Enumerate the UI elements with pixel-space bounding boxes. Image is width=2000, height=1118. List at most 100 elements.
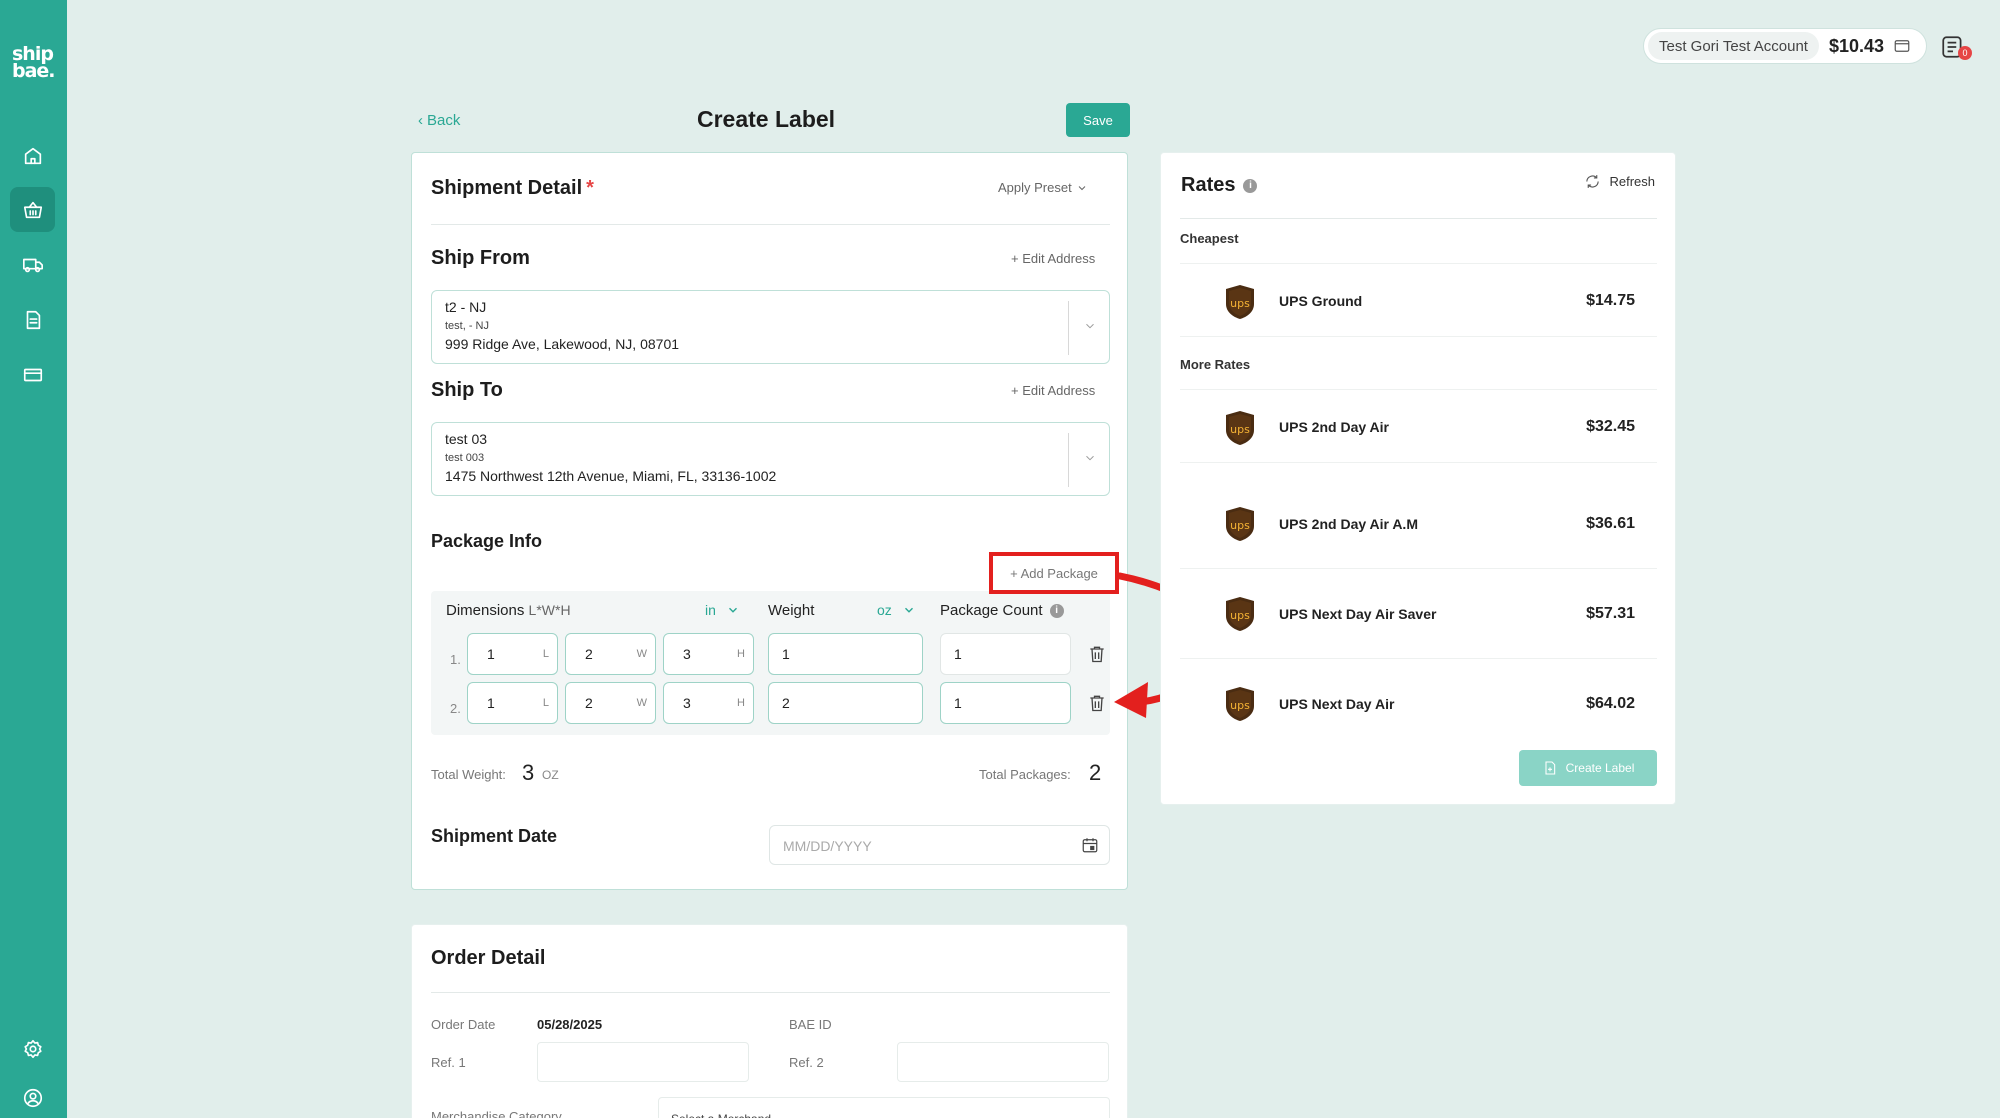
dimensions-hint: L*W*H xyxy=(528,602,571,618)
height-input[interactable]: 3H xyxy=(663,682,754,724)
calendar-icon[interactable] xyxy=(1081,836,1099,854)
ups-logo-icon: ups xyxy=(1226,507,1254,541)
shipment-date-input[interactable]: MM/DD/YYYY xyxy=(769,825,1110,865)
save-button[interactable]: Save xyxy=(1066,103,1130,137)
add-package-button[interactable]: + Add Package xyxy=(989,552,1119,594)
notifications-button[interactable]: 0 xyxy=(1940,34,1972,64)
rate-option-ups-2nd-day-air[interactable]: ups UPS 2nd Day Air $32.45 xyxy=(1180,389,1657,463)
info-icon[interactable]: i xyxy=(1243,178,1258,193)
ref2-input[interactable] xyxy=(897,1042,1109,1082)
total-weight-label: Total Weight: xyxy=(431,767,506,782)
dimensions-header: Dimensions L*W*H xyxy=(446,602,571,619)
package-count-input[interactable]: 1 xyxy=(940,633,1071,675)
sidebar-item-settings[interactable] xyxy=(10,1026,55,1071)
weight-input[interactable]: 1 xyxy=(768,633,923,675)
sidebar-item-home[interactable] xyxy=(10,133,55,178)
length-input[interactable]: 1L xyxy=(467,682,558,724)
rates-card: Rates i Refresh Cheapest ups UPS Ground $… xyxy=(1160,152,1676,805)
ship-to-title: Ship To xyxy=(431,379,503,401)
rate-option-ups-next-day-air[interactable]: ups UPS Next Day Air $64.02 xyxy=(1180,659,1657,749)
select-divider xyxy=(1068,301,1069,355)
width-input[interactable]: 2W xyxy=(565,682,656,724)
ship-to-sub: test 003 xyxy=(445,452,485,464)
divider xyxy=(1180,218,1657,219)
svg-text:ups: ups xyxy=(1230,519,1250,532)
document-icon xyxy=(26,310,40,329)
chevron-down-icon xyxy=(904,607,913,613)
ups-logo-icon: ups xyxy=(1226,687,1254,721)
chevron-down-icon xyxy=(728,607,737,613)
ship-from-select[interactable]: t2 - NJ test, - NJ 999 Ridge Ave, Lakewo… xyxy=(431,290,1110,364)
ship-to-select[interactable]: test 03 test 003 1475 Northwest 12th Ave… xyxy=(431,422,1110,496)
rates-title: Rates i xyxy=(1181,174,1258,197)
ship-to-name: test 03 xyxy=(445,431,488,447)
rate-option-ups-2nd-day-air-am[interactable]: ups UPS 2nd Day Air A.M $36.61 xyxy=(1180,479,1657,569)
notification-badge: 0 xyxy=(1958,46,1972,60)
trash-icon[interactable] xyxy=(1087,692,1107,714)
order-detail-card: Order Detail Order Date 05/28/2025 BAE I… xyxy=(411,924,1128,1118)
rate-name: UPS 2nd Day Air xyxy=(1279,419,1389,435)
edit-ship-from-address[interactable]: + Edit Address xyxy=(1011,251,1095,266)
app-logo[interactable]: ship bae. xyxy=(12,45,56,82)
order-date-value: 05/28/2025 xyxy=(537,1017,603,1032)
ups-logo-icon: ups xyxy=(1226,285,1254,319)
rate-price: $14.75 xyxy=(1586,292,1635,309)
sidebar: ship bae. xyxy=(0,0,67,1118)
gear-icon xyxy=(23,1039,42,1058)
rate-option-ups-ground[interactable]: ups UPS Ground $14.75 xyxy=(1180,263,1657,337)
width-input[interactable]: 2W xyxy=(565,633,656,675)
document-plus-icon xyxy=(1545,761,1555,775)
trash-icon[interactable] xyxy=(1087,643,1107,665)
date-placeholder: MM/DD/YYYY xyxy=(783,838,872,854)
create-label-button[interactable]: Create Label xyxy=(1519,750,1657,786)
refresh-button[interactable]: Refresh xyxy=(1584,173,1655,190)
chevron-down-icon xyxy=(1078,185,1086,190)
rate-price: $36.61 xyxy=(1586,515,1635,532)
dimension-unit: in xyxy=(705,602,716,618)
apply-preset-dropdown[interactable]: Apply Preset xyxy=(998,180,1088,195)
edit-ship-to-address[interactable]: + Edit Address xyxy=(1011,383,1095,398)
package-info-title: Package Info xyxy=(431,531,543,551)
order-detail-title: Order Detail xyxy=(431,947,546,969)
ref1-label: Ref. 1 xyxy=(431,1055,466,1070)
sidebar-item-billing[interactable] xyxy=(10,352,55,397)
rate-name: UPS Next Day Air xyxy=(1279,696,1395,712)
ref1-input[interactable] xyxy=(537,1042,749,1082)
truck-icon xyxy=(22,258,43,272)
account-switcher[interactable]: Test Gori Test Account $10.43 xyxy=(1643,28,1927,64)
rate-name: UPS 2nd Day Air A.M xyxy=(1279,516,1418,532)
total-weight-value: 3 xyxy=(522,760,535,785)
ship-from-sub: test, - NJ xyxy=(445,320,490,332)
rate-price: $64.02 xyxy=(1586,695,1635,712)
order-date-label: Order Date xyxy=(431,1017,496,1032)
sidebar-item-orders[interactable] xyxy=(10,187,55,232)
length-input[interactable]: 1L xyxy=(467,633,558,675)
user-icon xyxy=(23,1088,42,1107)
page-title: Create Label xyxy=(697,106,836,132)
dimension-unit-select[interactable]: in xyxy=(705,602,740,618)
package-count-input[interactable]: 1 xyxy=(940,682,1071,724)
height-input[interactable]: 3H xyxy=(663,633,754,675)
divider xyxy=(431,992,1110,993)
rate-price: $32.45 xyxy=(1586,418,1635,435)
card-icon xyxy=(23,368,42,381)
info-icon[interactable]: i xyxy=(1049,603,1064,618)
sidebar-item-profile[interactable] xyxy=(10,1075,55,1118)
rate-option-ups-next-day-air-saver[interactable]: ups UPS Next Day Air Saver $57.31 xyxy=(1180,569,1657,659)
back-label: Back xyxy=(427,112,461,129)
merchandise-category-select[interactable]: Select a Merchand xyxy=(658,1097,1110,1118)
weight-unit-select[interactable]: oz xyxy=(877,602,916,618)
row-number: 1. xyxy=(450,652,461,667)
logo-line-2: bae. xyxy=(12,60,56,82)
sidebar-item-documents[interactable] xyxy=(10,297,55,342)
total-packages-label: Total Packages: xyxy=(979,767,1071,782)
ship-from-address: 999 Ridge Ave, Lakewood, NJ, 08701 xyxy=(445,336,680,352)
ship-from-title: Ship From xyxy=(431,247,530,269)
weight-input[interactable]: 2 xyxy=(768,682,923,724)
ups-logo-icon: ups xyxy=(1226,597,1254,631)
svg-text:ups: ups xyxy=(1230,423,1250,436)
back-link[interactable]: ‹ Back xyxy=(418,112,460,129)
basket-icon xyxy=(23,201,42,218)
sidebar-item-shipments[interactable] xyxy=(10,242,55,287)
account-name: Test Gori Test Account xyxy=(1648,32,1819,60)
